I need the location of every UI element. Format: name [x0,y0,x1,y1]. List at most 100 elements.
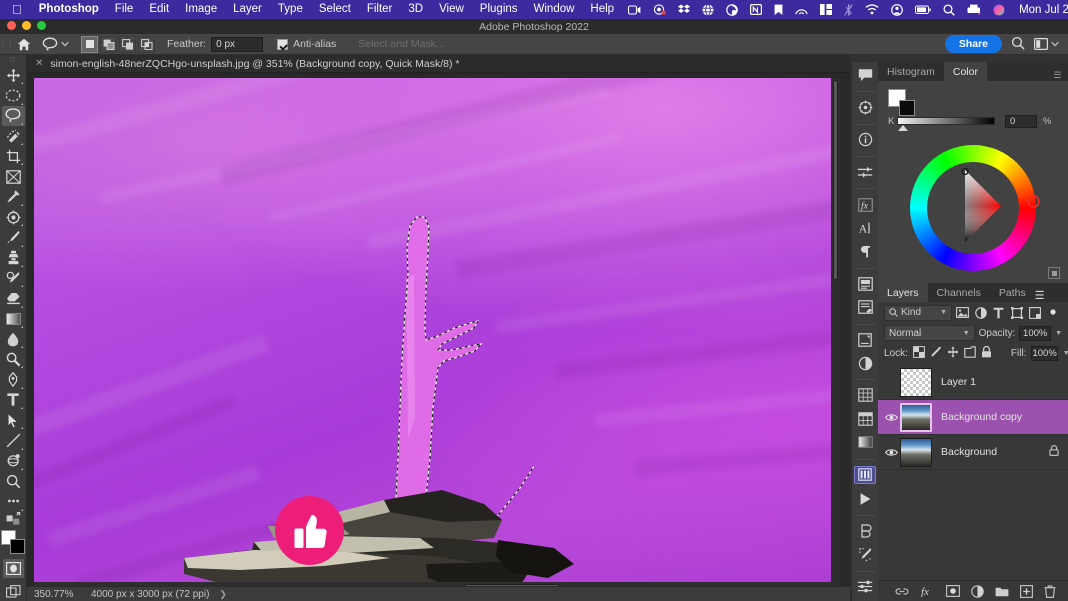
zoom-level[interactable]: 350.77% [27,589,85,600]
chevron-right-icon[interactable]: ❯ [209,589,227,600]
eyedropper-tool[interactable] [2,187,25,207]
menu-item-plugins[interactable]: Plugins [472,0,526,19]
menu-item-type[interactable]: Type [270,0,311,19]
menu-item-help[interactable]: Help [582,0,622,19]
notion-icon[interactable] [744,0,768,19]
tools-panel-grip[interactable]: ∷ [10,57,15,65]
screen-recording-icon[interactable] [622,0,647,19]
edit-toolbar-tool[interactable] [2,491,25,511]
color-wheel-picker[interactable] [902,143,1042,273]
3d-panel-icon[interactable] [854,98,876,116]
color-panel-swatches[interactable] [888,89,915,116]
layer-thumbnail[interactable] [900,367,932,397]
fill-input[interactable]: 100% [1031,345,1058,361]
layer-name[interactable]: Background [941,446,997,458]
grid-panel-icon[interactable] [854,410,876,428]
menu-item-window[interactable]: Window [526,0,583,19]
chevron-down-icon[interactable]: ▼ [1055,330,1062,337]
info-icon[interactable] [854,131,876,149]
path-selection-tool[interactable] [2,410,25,430]
lock-artboard-nesting-icon[interactable] [964,345,976,361]
layer-row-layer-1[interactable]: Layer 1 [878,365,1068,400]
close-window-button[interactable] [7,21,16,30]
anti-alias-group[interactable]: Anti-alias [277,38,336,50]
smart-object-filter-icon[interactable] [1027,305,1042,321]
menu-item-image[interactable]: Image [177,0,225,19]
subtract-from-selection-icon[interactable] [119,35,136,53]
layer-row-background[interactable]: Background [878,435,1068,470]
user-account-icon[interactable] [885,0,909,19]
elliptical-marquee-tool[interactable] [2,85,25,105]
history-brush-tool[interactable] [2,268,25,288]
opacity-input[interactable]: 100% [1019,325,1052,341]
lock-all-icon[interactable] [981,345,992,361]
menu-item-view[interactable]: View [431,0,472,19]
camera-record-icon[interactable] [647,0,672,19]
menu-item-photoshop[interactable]: Photoshop [31,0,107,19]
menu-item-edit[interactable]: Edit [141,0,177,19]
menu-bar-clock[interactable]: Mon Jul 25 10:42 PM [1011,4,1068,16]
tab-channels[interactable]: Channels [928,283,990,302]
move-tool[interactable] [2,65,25,85]
maximize-window-button[interactable] [37,21,46,30]
siri-icon[interactable] [987,0,1011,19]
thumbs-up-badge[interactable] [275,496,344,565]
background-color-swatch[interactable] [899,100,915,116]
bookmark-icon[interactable] [768,0,789,19]
feather-input[interactable]: 0 px [211,36,264,52]
canvas-area[interactable] [27,73,850,586]
dropbox-icon[interactable] [672,0,696,19]
blur-tool[interactable] [2,329,25,349]
layer-kind-filter[interactable]: Kind ▼ [884,304,952,321]
rotate-3d-tool[interactable] [2,451,25,471]
chevron-down-icon[interactable]: ▼ [963,330,970,337]
zoom-tool[interactable] [2,471,25,491]
new-selection-icon[interactable] [81,35,98,53]
panel-menu-icon[interactable]: ☰ [1053,70,1068,81]
add-layer-style-icon[interactable]: fx [920,585,935,597]
styles-fx-icon[interactable]: fx [854,195,876,213]
options-bar-grip[interactable]: ⋮⋮ [0,34,14,55]
eraser-tool[interactable] [2,288,25,308]
battery-icon[interactable] [909,0,937,19]
close-icon[interactable]: ✕ [27,58,50,69]
pen-tool[interactable] [2,369,25,389]
menu-item-filter[interactable]: Filter [359,0,401,19]
share-button[interactable]: Share [944,35,1002,53]
color-triangle[interactable] [927,168,1003,244]
tool-presets-icon[interactable] [854,577,876,595]
notes-icon[interactable] [854,298,876,316]
lock-transparent-pixels-icon[interactable] [913,345,925,361]
apple-icon[interactable]:  [6,0,31,19]
k-slider-value[interactable]: 0 [1005,114,1037,128]
layer-row-background-copy[interactable]: Background copy [878,400,1068,435]
bluetooth-off-icon[interactable] [838,0,859,19]
cloud-sync-icon[interactable] [720,0,744,19]
brush-settings-icon[interactable] [854,545,876,563]
new-group-icon[interactable] [995,586,1009,597]
quick-mask-mode-icon[interactable] [2,559,24,578]
frame-tool[interactable] [2,166,25,186]
gradients-icon[interactable] [854,433,876,451]
menu-item-select[interactable]: Select [311,0,359,19]
properties-icon[interactable] [854,330,876,348]
actions-icon[interactable] [854,522,876,540]
line-tool[interactable] [2,430,25,450]
lock-position-icon[interactable] [947,345,959,361]
default-colors-icon[interactable] [2,512,25,527]
anti-alias-checkbox[interactable] [277,38,289,50]
spotlight-search-icon[interactable] [937,0,961,19]
type-tool[interactable] [2,390,25,410]
crop-tool[interactable] [2,146,25,166]
paragraph-icon[interactable] [854,242,876,260]
k-slider-knob[interactable] [898,125,908,131]
lock-image-pixels-icon[interactable] [930,346,942,361]
globe-icon[interactable] [696,0,720,19]
brush-tool[interactable] [2,227,25,247]
adjustments-icon[interactable] [854,163,876,181]
pixel-filter-icon[interactable] [955,305,970,321]
minimize-window-button[interactable] [22,21,31,30]
layer-visibility-toggle[interactable] [882,448,900,457]
gradient-tool[interactable] [2,309,25,329]
adjustment-filter-icon[interactable] [973,305,988,321]
